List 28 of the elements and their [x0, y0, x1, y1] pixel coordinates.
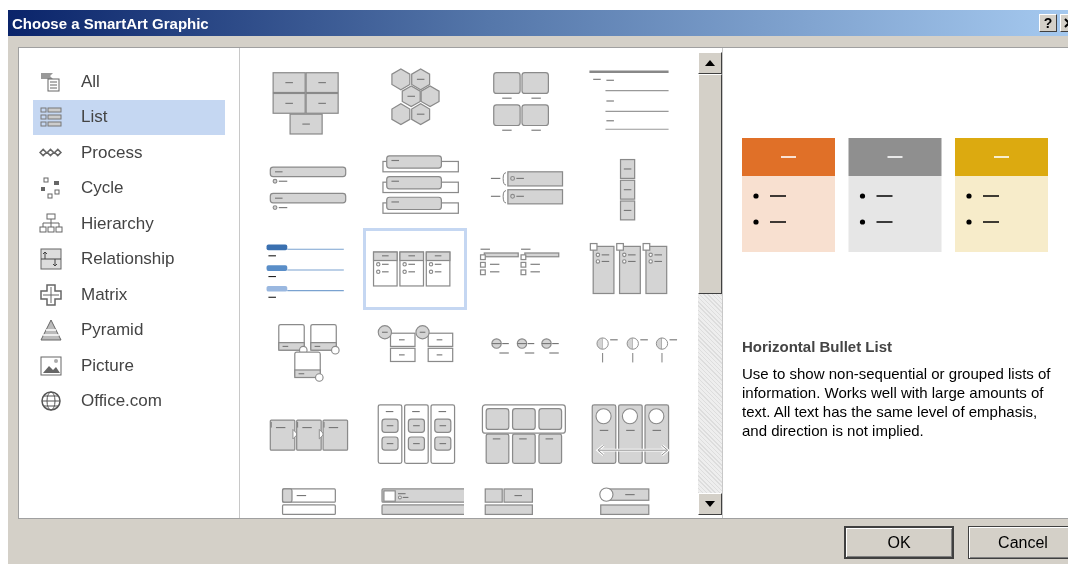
layout-title: Horizontal Bullet List: [742, 338, 893, 355]
category-item[interactable]: Process: [33, 135, 225, 171]
list-icon: [39, 105, 63, 130]
process-icon: [39, 148, 63, 158]
category-item[interactable]: Picture: [33, 348, 225, 384]
ok-button[interactable]: OK: [844, 526, 954, 559]
help-button[interactable]: ?: [1039, 14, 1057, 32]
category-item[interactable]: Relationship: [33, 241, 225, 277]
scrollbar[interactable]: [698, 52, 722, 515]
cancel-button[interactable]: Cancel: [968, 526, 1068, 559]
relationship-icon: [39, 247, 63, 272]
down-arrow-icon[interactable]: [705, 501, 715, 507]
category-item[interactable]: List: [33, 99, 225, 135]
hierarchy-icon: [39, 211, 63, 236]
category-item[interactable]: Matrix: [33, 277, 225, 313]
pyramid-icon: [39, 318, 63, 343]
category-item[interactable]: Hierarchy: [33, 206, 225, 242]
window-title: Choose a SmartArt Graphic: [12, 14, 210, 32]
picture-icon: [39, 353, 63, 378]
layout-thumbnail[interactable]: [363, 228, 467, 310]
layout-description: Use to show non-sequential or grouped lists of information. Works well with large amounts of text. All text has the same level of emphasis, and direction is not implied.: [742, 364, 1052, 440]
category-item[interactable]: Pyramid: [33, 312, 225, 348]
category-item[interactable]: Cycle: [33, 170, 225, 206]
globe-icon: [39, 389, 63, 414]
matrix-icon: [39, 282, 63, 307]
up-arrow-icon[interactable]: [705, 60, 715, 66]
category-item[interactable]: All: [33, 64, 225, 100]
category-item[interactable]: Office.com: [33, 383, 225, 419]
